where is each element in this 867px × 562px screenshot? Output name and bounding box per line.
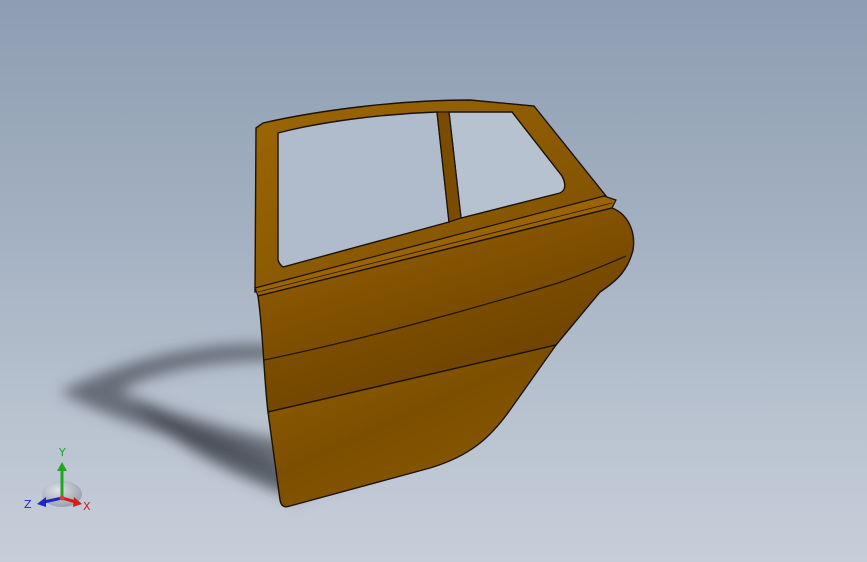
model-scene[interactable] bbox=[0, 0, 867, 562]
graphics-viewport[interactable]: Y X Z bbox=[0, 0, 867, 562]
x-axis-label: X bbox=[83, 500, 91, 513]
rear-door-model[interactable] bbox=[254, 99, 635, 508]
z-axis-label: Z bbox=[24, 498, 32, 511]
orientation-triad: Y X Z bbox=[24, 446, 91, 513]
y-axis-label: Y bbox=[58, 446, 66, 459]
